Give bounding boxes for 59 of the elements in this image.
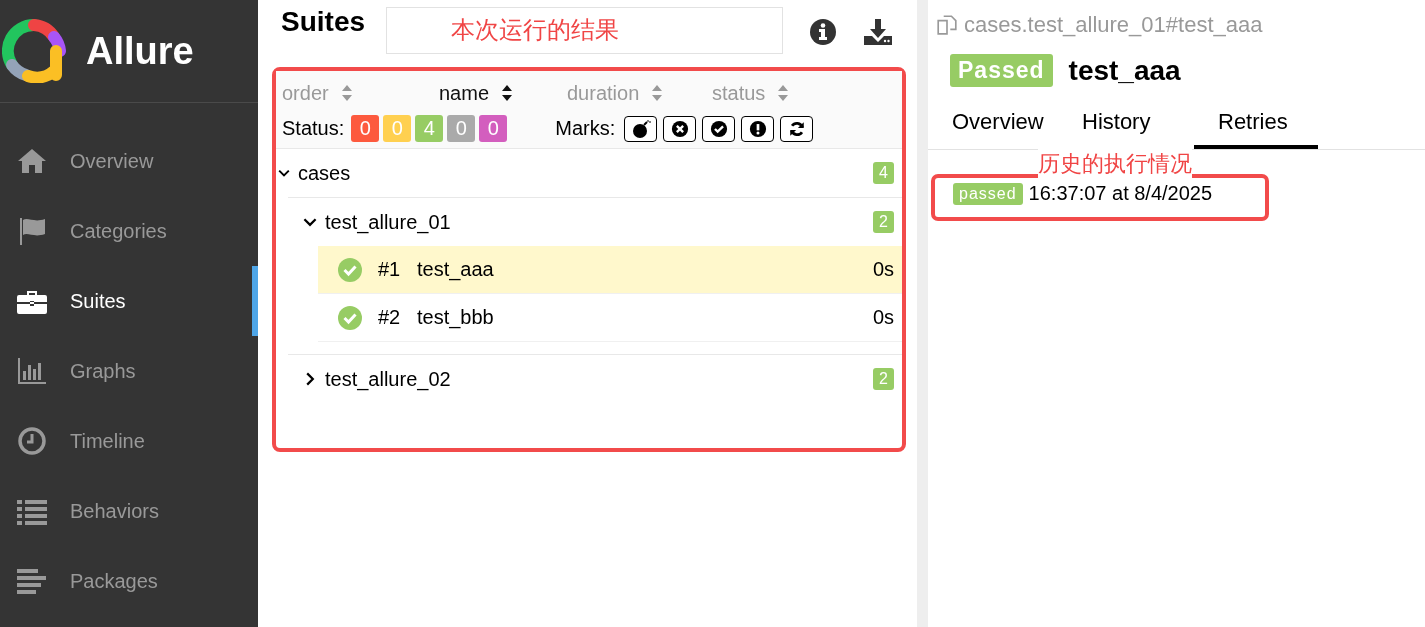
sort-button[interactable]: order — [282, 81, 427, 105]
mark-filter[interactable] — [624, 115, 658, 142]
status-filter[interactable]: 0 — [479, 115, 508, 142]
tree-group[interactable]: test_allure_02 2 — [288, 355, 902, 403]
sidebar-item[interactable]: Timeline — [0, 406, 258, 476]
mark-filter[interactable] — [780, 115, 814, 142]
info-icon[interactable] — [809, 18, 837, 46]
sidebar-item[interactable]: Suites — [0, 266, 258, 336]
sort-icon — [777, 84, 790, 102]
status-badge: passed — [953, 182, 1023, 205]
status-badge: Passed — [950, 54, 1053, 87]
count-badge: 2 — [873, 368, 894, 390]
exclamation-icon — [748, 119, 767, 138]
test-row[interactable]: #1 test_aaa 0s — [318, 246, 902, 294]
bomb-icon — [630, 118, 651, 139]
sidebar-item[interactable]: Graphs — [0, 336, 258, 406]
sidebar-item[interactable]: Behaviors — [0, 476, 258, 546]
sidebar-item[interactable]: Categories — [0, 196, 258, 266]
page-title: Suites — [281, 6, 367, 38]
tree-group[interactable]: test_allure_01 2 — [288, 198, 902, 246]
mark-filter[interactable] — [741, 115, 775, 142]
chevron-icon — [278, 167, 290, 179]
test-path: cases.test_allure_01#test_aaa — [928, 0, 1425, 38]
retry-time: 16:37:07 at 8/4/2025 — [1028, 182, 1213, 205]
check-circle-icon — [338, 305, 362, 330]
tab[interactable]: Overview — [940, 101, 1064, 149]
tab[interactable]: Retries — [1194, 101, 1318, 149]
sort-icon — [651, 84, 664, 102]
sort-button[interactable]: status — [712, 81, 857, 105]
status-filter[interactable]: 0 — [351, 115, 380, 142]
download-icon[interactable] — [863, 18, 893, 46]
bar-chart-icon — [16, 355, 48, 387]
refresh-icon — [787, 119, 806, 138]
logo-icon — [2, 19, 66, 83]
annotation-text: 历史的执行情况 — [1038, 149, 1192, 179]
mark-filter[interactable] — [702, 115, 736, 142]
test-row[interactable]: #2 test_bbb 0s — [318, 294, 902, 342]
test-title: test_aaa — [1068, 54, 1181, 87]
status-label: Status: — [282, 117, 345, 140]
tab[interactable]: History — [1070, 101, 1194, 149]
sort-icon — [501, 84, 514, 102]
sidebar-item[interactable]: Packages — [0, 546, 258, 616]
check-circle-icon — [338, 257, 362, 282]
copy-icon[interactable] — [936, 14, 958, 36]
count-badge: 2 — [873, 211, 894, 233]
app-title: Allure — [86, 29, 194, 73]
count-badge: 4 — [873, 162, 894, 184]
sort-button[interactable]: name — [427, 81, 567, 105]
x-circle-icon — [670, 119, 689, 138]
sort-button[interactable]: duration — [567, 81, 712, 105]
sort-icon — [340, 84, 353, 102]
sidebar-item[interactable]: Overview — [0, 126, 258, 196]
marks-label: Marks: — [555, 117, 616, 140]
check-circle-icon — [709, 119, 728, 138]
annotation-text-box: 本次运行的结果 — [386, 7, 783, 54]
tree-group[interactable]: cases 4 — [276, 149, 902, 197]
status-filter[interactable]: 0 — [447, 115, 476, 142]
clock-icon — [16, 425, 48, 457]
mark-filter[interactable] — [663, 115, 697, 142]
